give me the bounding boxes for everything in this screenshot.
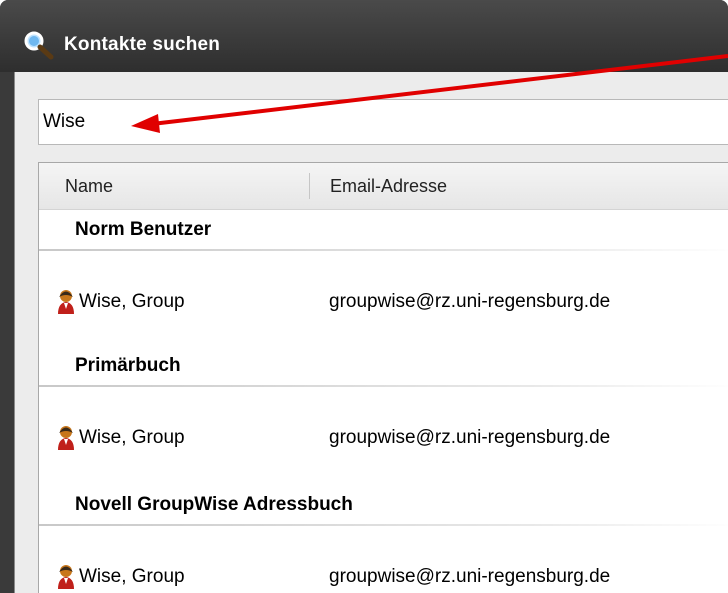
group-divider <box>39 249 728 251</box>
magnifier-icon <box>24 31 54 60</box>
list-item[interactable]: Wise, Group groupwise@rz.uni-regensburg.… <box>39 558 728 593</box>
window-title: Kontakte suchen <box>64 34 221 55</box>
group-divider <box>39 385 728 387</box>
person-icon <box>58 565 74 589</box>
contact-email: groupwise@rz.uni-regensburg.de <box>329 566 611 587</box>
column-header-name[interactable]: Name <box>65 176 113 197</box>
group-header-primaerbuch: Primärbuch <box>75 355 181 376</box>
person-icon <box>58 426 74 450</box>
group-divider <box>39 524 728 526</box>
contacts-list[interactable]: Name Email-Adresse Norm Benutzer Wise, G… <box>38 162 728 593</box>
contact-email: groupwise@rz.uni-regensburg.de <box>329 291 611 312</box>
list-header: Name Email-Adresse <box>39 163 728 210</box>
list-item[interactable]: Wise, Group groupwise@rz.uni-regensburg.… <box>39 419 728 459</box>
search-input[interactable] <box>38 99 728 145</box>
contact-name: Wise, Group <box>79 566 185 587</box>
group-header-norm-benutzer: Norm Benutzer <box>75 219 212 240</box>
column-separator[interactable] <box>309 173 310 199</box>
contact-email: groupwise@rz.uni-regensburg.de <box>329 427 611 448</box>
dialog-client-area: Name Email-Adresse Norm Benutzer Wise, G… <box>14 72 728 593</box>
group-header-novell-groupwise-adressbuch: Novell GroupWise Adressbuch <box>75 494 353 515</box>
search-contacts-window: Kontakte suchen Name Email-Adresse Norm … <box>0 0 728 593</box>
contact-name: Wise, Group <box>79 427 185 448</box>
title-bar[interactable]: Kontakte suchen <box>0 0 728 72</box>
column-header-email[interactable]: Email-Adresse <box>330 176 447 197</box>
list-item[interactable]: Wise, Group groupwise@rz.uni-regensburg.… <box>39 283 728 323</box>
person-icon <box>58 290 74 314</box>
contact-name: Wise, Group <box>79 291 185 312</box>
